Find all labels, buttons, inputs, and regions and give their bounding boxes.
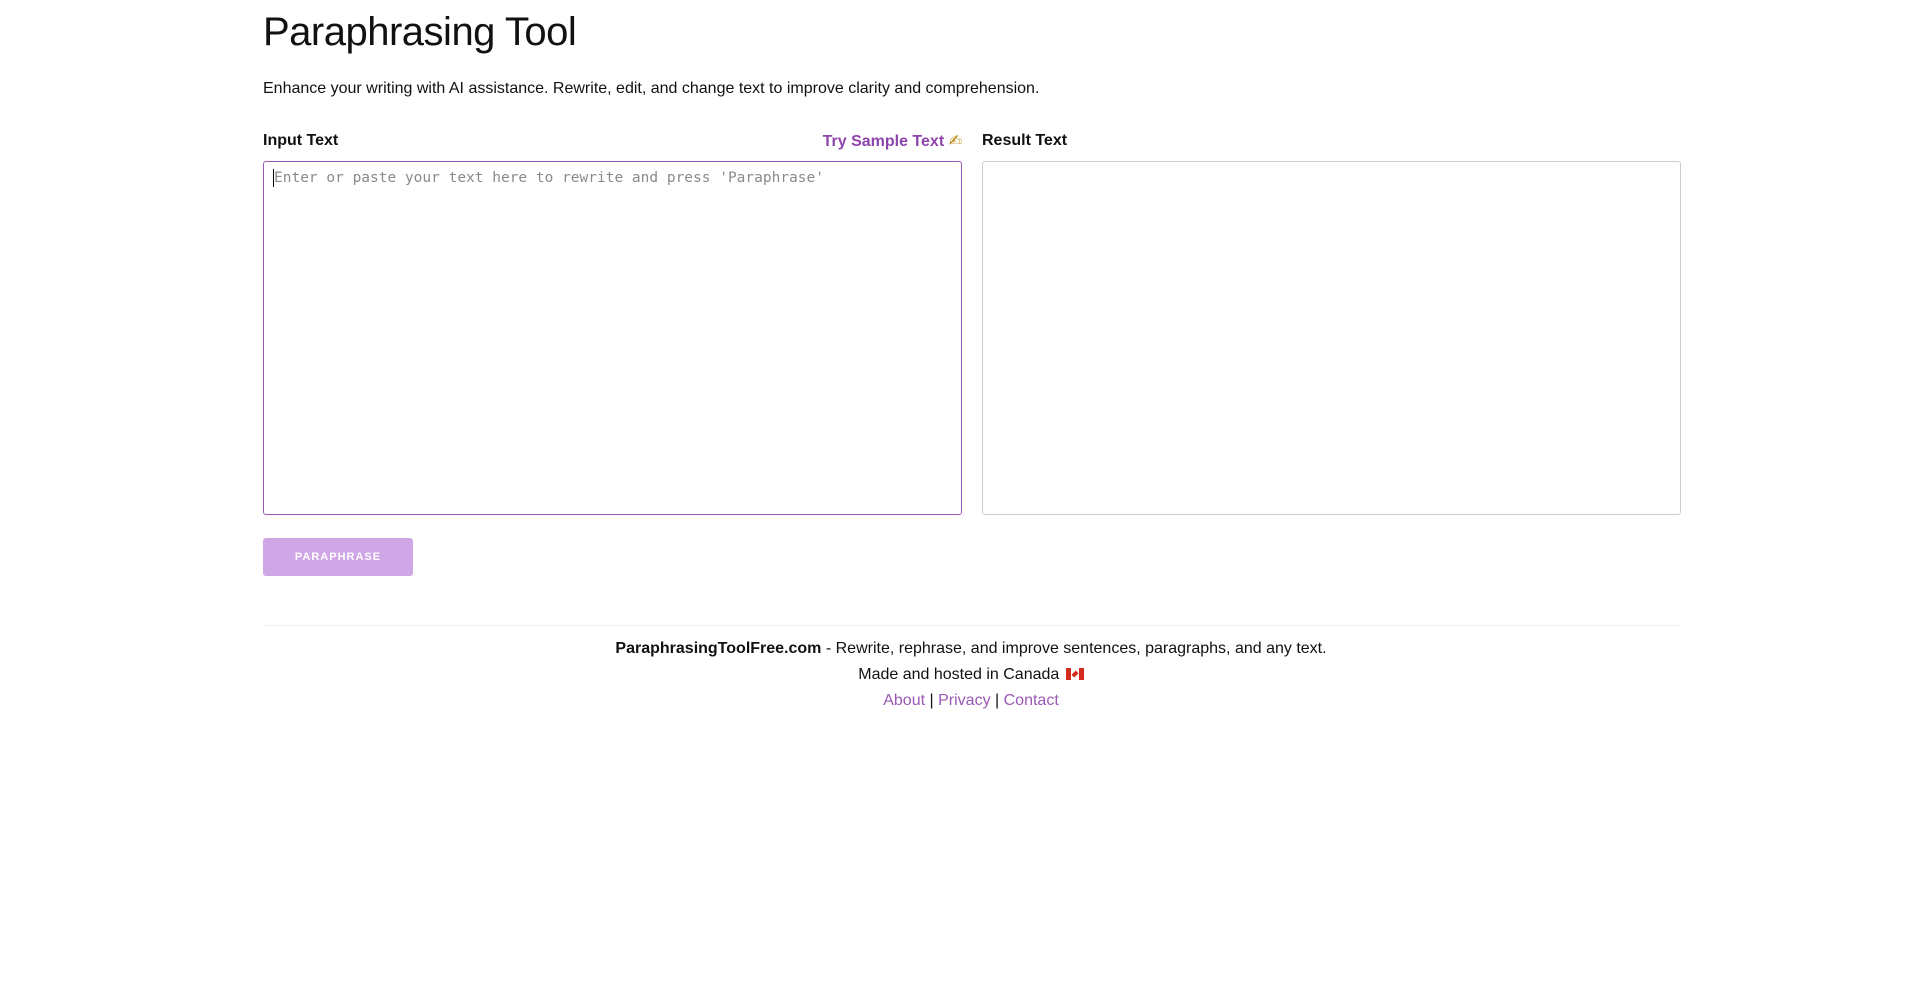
result-label-row: Result Text bbox=[982, 130, 1681, 152]
input-label-row: Input Text Try Sample Text ✍ bbox=[263, 130, 962, 152]
result-text-label: Result Text bbox=[982, 132, 1068, 149]
footer-links: About | Privacy | Contact bbox=[263, 688, 1679, 714]
footer-divider bbox=[263, 625, 1679, 626]
privacy-link[interactable]: Privacy bbox=[938, 692, 990, 709]
input-text-label: Input Text bbox=[263, 132, 339, 149]
link-separator: | bbox=[995, 692, 1000, 709]
writing-hand-icon: ✍ bbox=[948, 131, 962, 150]
canada-flag-icon bbox=[1065, 668, 1084, 680]
footer-brand: ParaphrasingToolFree.com bbox=[615, 640, 822, 657]
result-panel: Result Text bbox=[982, 130, 1681, 515]
footer-tagline: - Rewrite, rephrase, and improve sentenc… bbox=[821, 640, 1327, 657]
about-link[interactable]: About bbox=[883, 692, 925, 709]
result-text-area[interactable] bbox=[982, 161, 1681, 515]
footer: ParaphrasingToolFree.com - Rewrite, reph… bbox=[263, 636, 1679, 714]
try-sample-text-link[interactable]: Try Sample Text ✍ bbox=[823, 130, 962, 153]
contact-link[interactable]: Contact bbox=[1004, 692, 1059, 709]
footer-made-in-line: Made and hosted in Canada bbox=[263, 662, 1679, 688]
text-caret bbox=[273, 169, 274, 187]
try-sample-text-label: Try Sample Text bbox=[822, 133, 945, 150]
footer-tagline-line: ParaphrasingToolFree.com - Rewrite, reph… bbox=[263, 636, 1679, 662]
page-title: Paraphrasing Tool bbox=[263, 10, 577, 54]
input-text-area[interactable] bbox=[263, 161, 962, 515]
footer-made-in: Made and hosted in Canada bbox=[858, 666, 1060, 683]
input-panel: Input Text Try Sample Text ✍ bbox=[263, 130, 962, 515]
paraphrase-button[interactable]: PARAPHRASE bbox=[263, 538, 413, 576]
link-separator: | bbox=[929, 692, 934, 709]
page-subtitle: Enhance your writing with AI assistance.… bbox=[263, 80, 1040, 97]
